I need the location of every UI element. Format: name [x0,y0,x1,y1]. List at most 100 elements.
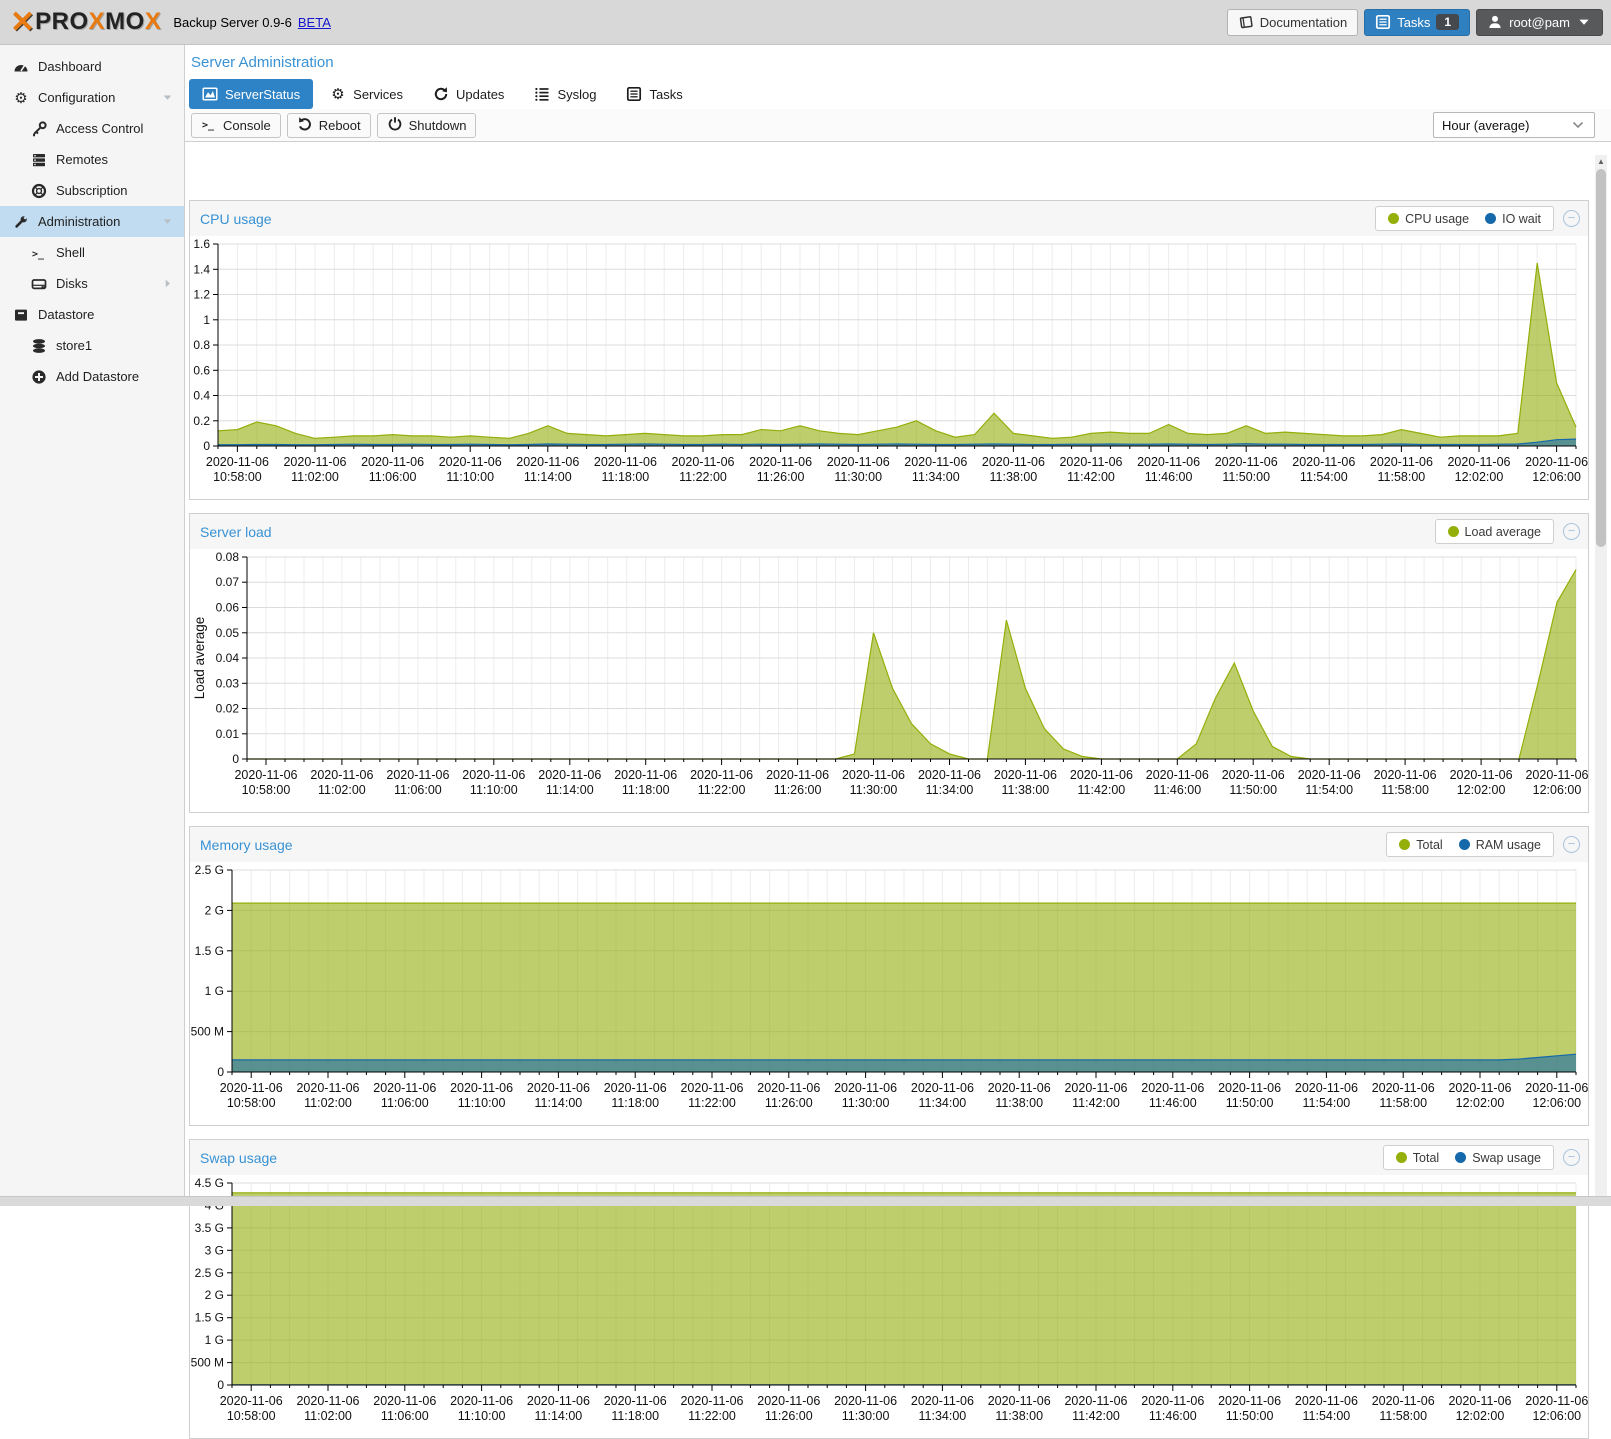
svg-text:11:14:00: 11:14:00 [535,1409,583,1423]
reboot-button[interactable]: Reboot [287,113,371,138]
sidebar-item-subscription[interactable]: Subscription [0,175,184,206]
tab-serverstatus[interactable]: ServerStatus [189,79,313,109]
svg-text:1.5 G: 1.5 G [195,1311,224,1325]
caret-right-icon [161,277,174,290]
panel-server-load: Server loadLoad average−00.010.020.030.0… [189,513,1589,813]
tasks-icon [1375,14,1391,30]
shutdown-button[interactable]: Shutdown [377,113,477,138]
svg-text:2020-11-06: 2020-11-06 [386,768,449,782]
user-menu-button[interactable]: root@pam [1476,9,1603,36]
svg-text:2020-11-06: 2020-11-06 [1292,455,1355,469]
svg-text:11:50:00: 11:50:00 [1226,1096,1274,1110]
documentation-button[interactable]: Documentation [1227,9,1358,36]
horizontal-scrollbar[interactable] [0,1196,1611,1206]
sidebar-item-store1[interactable]: store1 [0,330,184,361]
svg-text:500 M: 500 M [191,1025,224,1039]
svg-text:3 G: 3 G [205,1243,224,1257]
legend-item-cpu-usage: CPU usage [1380,212,1477,226]
sidebar-item-administration[interactable]: Administration [0,206,184,237]
svg-text:11:30:00: 11:30:00 [842,1409,890,1423]
legend-item-total: Total [1391,838,1450,852]
legend-label: RAM usage [1476,838,1541,852]
collapse-panel-button[interactable]: − [1563,836,1580,853]
svg-text:0.07: 0.07 [216,575,240,589]
svg-text:2020-11-06: 2020-11-06 [1137,455,1200,469]
svg-text:2020-11-06: 2020-11-06 [1215,455,1278,469]
svg-text:2020-11-06: 2020-11-06 [220,1394,283,1408]
svg-text:2020-11-06: 2020-11-06 [1447,455,1510,469]
reboot-label: Reboot [319,118,361,133]
panel-memory-usage: Memory usageTotalRAM usage−0500 M1 G1.5 … [189,826,1589,1126]
collapse-panel-button[interactable]: − [1563,1149,1580,1166]
svg-text:1.4: 1.4 [193,262,210,276]
sidebar-item-label: Administration [38,214,120,229]
panel-title: Server load [200,524,272,540]
svg-text:2020-11-06: 2020-11-06 [1141,1394,1204,1408]
console-label: Console [223,118,271,133]
tasks-label: Tasks [1397,15,1430,30]
panel-header: Server loadLoad average− [190,514,1588,549]
collapse-panel-button[interactable]: − [1563,210,1580,227]
svg-text:2.5 G: 2.5 G [195,1266,224,1280]
sidebar-item-datastore[interactable]: Datastore [0,299,184,330]
power-icon [387,116,403,135]
tab-tasks[interactable]: Tasks [613,79,695,109]
svg-text:2020-11-06: 2020-11-06 [1525,768,1588,782]
terminal-icon: >_ [201,116,217,135]
chart-panels: CPU usageCPU usageIO wait−00.20.40.60.81… [185,200,1611,1196]
sidebar-item-shell[interactable]: >_Shell [0,237,184,268]
time-range-select[interactable]: Hour (average) [1433,112,1595,138]
beta-link[interactable]: BETA [298,15,331,30]
svg-text:11:02:00: 11:02:00 [304,1409,352,1423]
vertical-scrollbar[interactable]: ▲ [1595,155,1607,1196]
svg-text:11:50:00: 11:50:00 [1229,783,1277,797]
brand-part: MO [105,8,145,35]
svg-text:2020-11-06: 2020-11-06 [757,1081,820,1095]
svg-text:2020-11-06: 2020-11-06 [439,455,502,469]
sidebar-item-disks[interactable]: Disks [0,268,184,299]
svg-text:2020-11-06: 2020-11-06 [296,1394,359,1408]
svg-text:11:34:00: 11:34:00 [912,470,960,484]
tab-syslog[interactable]: Syslog [521,79,609,109]
tab-services[interactable]: ⚙Services [317,79,416,109]
svg-text:2020-11-06: 2020-11-06 [234,768,297,782]
svg-text:11:14:00: 11:14:00 [546,783,594,797]
svg-text:0.05: 0.05 [216,626,240,640]
svg-text:1.5 G: 1.5 G [195,944,224,958]
legend-label: IO wait [1502,212,1541,226]
tasks-button[interactable]: Tasks 1 [1364,9,1470,36]
sidebar-item-remotes[interactable]: Remotes [0,144,184,175]
scrollbar-thumb[interactable] [1596,169,1606,547]
svg-text:2020-11-06: 2020-11-06 [1218,1394,1281,1408]
legend-dot-icon [1388,213,1399,224]
svg-text:2020-11-06: 2020-11-06 [827,455,890,469]
chart-cpu-usage: 00.20.40.60.811.21.41.62020-11-0610:58:0… [190,236,1588,499]
svg-text:11:58:00: 11:58:00 [1381,783,1429,797]
sidebar-item-access-control[interactable]: Access Control [0,113,184,144]
console-button[interactable]: >_ Console [191,113,281,138]
sidebar-item-label: Add Datastore [56,369,139,384]
svg-text:2020-11-06: 2020-11-06 [680,1394,743,1408]
svg-text:2 G: 2 G [205,1288,224,1302]
svg-text:10:58:00: 10:58:00 [242,783,291,797]
time-range-value: Hour (average) [1442,118,1529,133]
svg-text:2020-11-06: 2020-11-06 [296,1081,359,1095]
plusc-icon [30,368,47,385]
sidebar-item-dashboard[interactable]: Dashboard [0,51,184,82]
svg-text:2020-11-06: 2020-11-06 [766,768,829,782]
collapse-panel-button[interactable]: − [1563,523,1580,540]
product-version: Backup Server 0.9-6 [173,15,292,30]
sidebar-item-configuration[interactable]: ⚙Configuration [0,82,184,113]
svg-text:2020-11-06: 2020-11-06 [594,455,657,469]
svg-text:2020-11-06: 2020-11-06 [450,1081,513,1095]
legend-dot-icon [1455,1152,1466,1163]
svg-text:11:02:00: 11:02:00 [318,783,366,797]
chart-legend: CPU usage IO wait [1375,206,1554,231]
scroll-up-arrow[interactable]: ▲ [1595,155,1607,168]
page-title: Server Administration [191,54,1611,71]
sidebar-item-add-datastore[interactable]: Add Datastore [0,361,184,392]
panel-swap-usage: Swap usageTotalSwap usage−0500 M1 G1.5 G… [189,1139,1589,1439]
svg-text:10:58:00: 10:58:00 [213,470,262,484]
terminal-icon: >_ [30,244,47,261]
tab-updates[interactable]: Updates [420,79,517,109]
